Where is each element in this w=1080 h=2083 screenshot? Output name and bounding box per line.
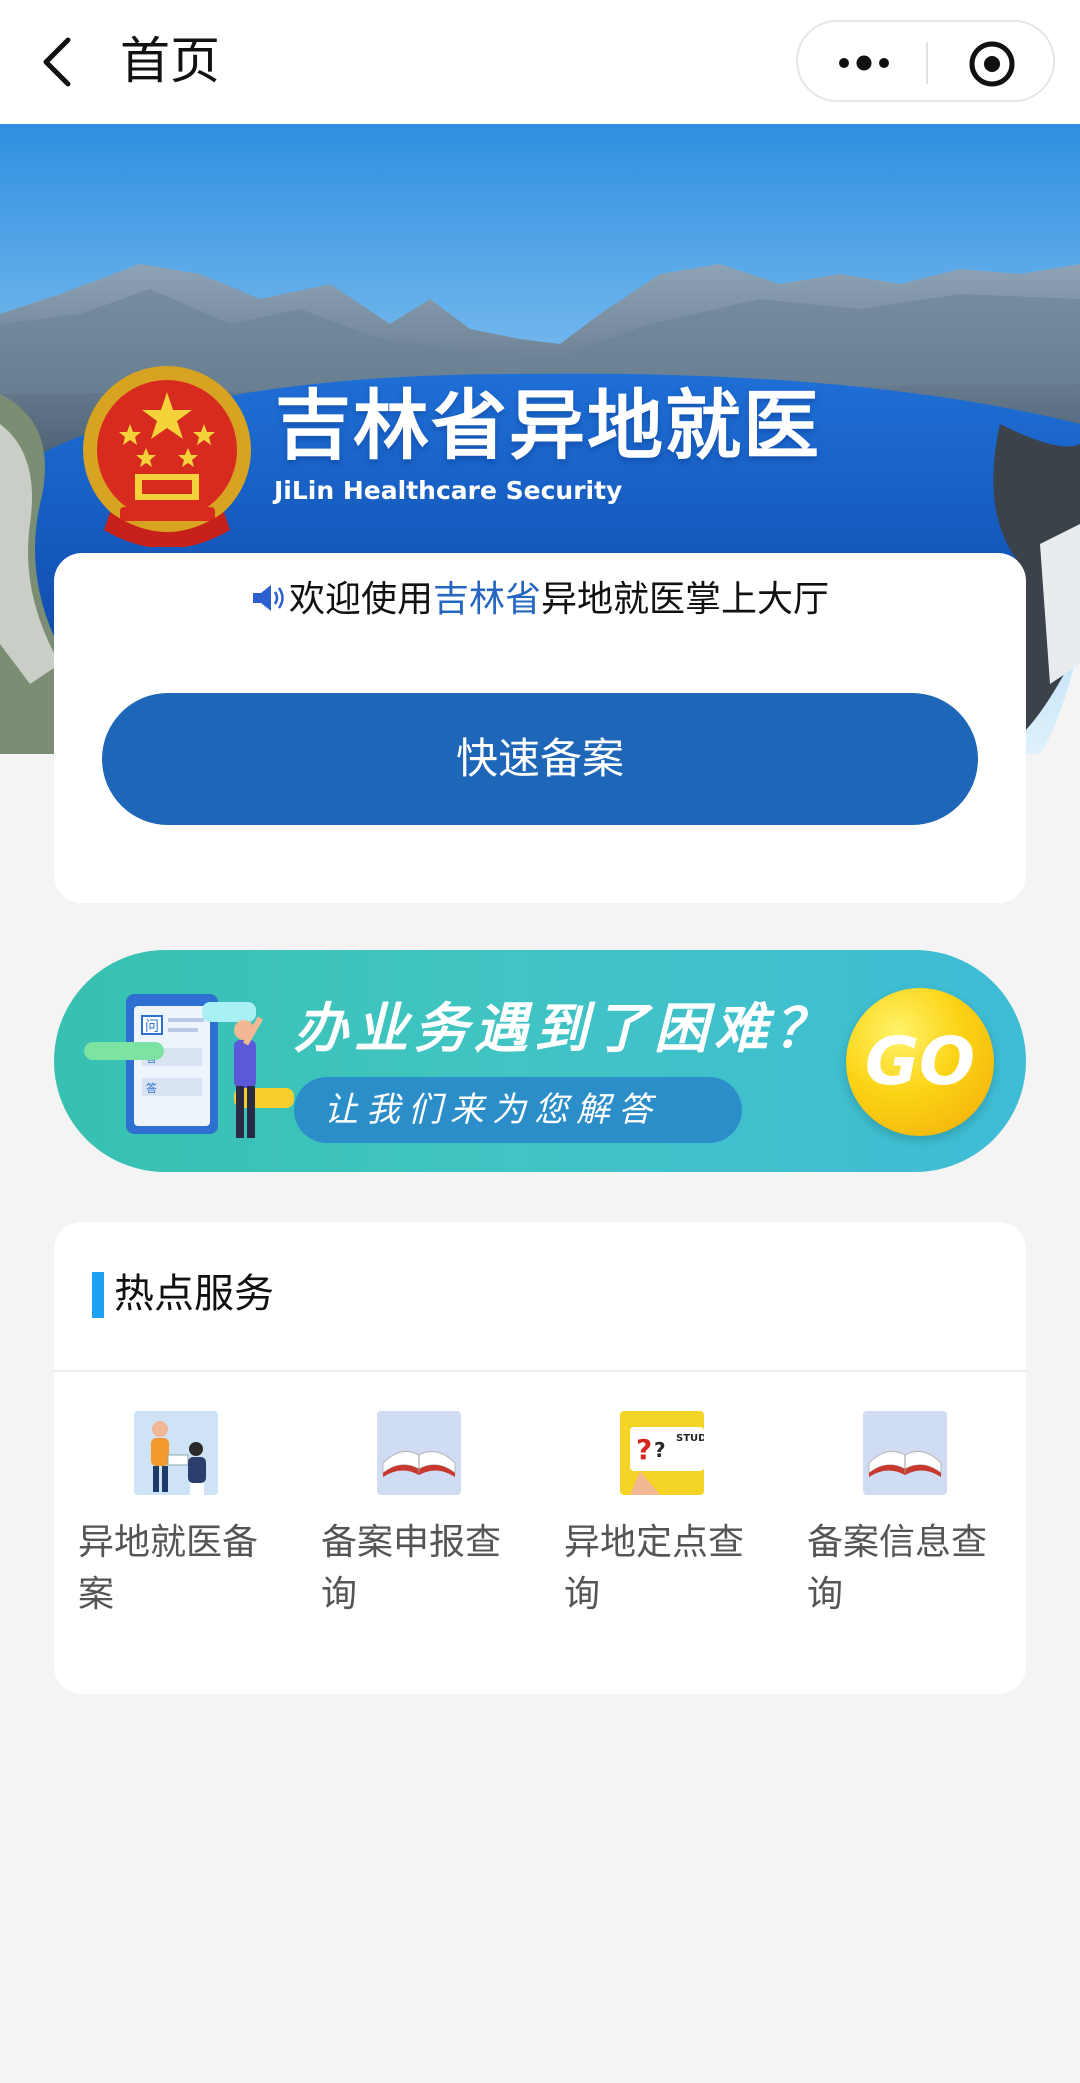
close-miniprogram-icon[interactable] — [968, 40, 1016, 88]
welcome-prefix: 欢迎使用 — [288, 579, 433, 620]
hot-services-card: 热点服务 异地就医备案 备案申报查询 ? ? STUD 异地定点查询 备案信息查… — [54, 1222, 1026, 1694]
help-banner-subtitle-pill: 让我们来为您解答 — [294, 1077, 742, 1143]
help-card-q-text: 问 — [145, 1019, 159, 1035]
help-support-banner[interactable]: 问 答 答 办业务遇到了困难？ 让我们来为您解答 GO — [54, 950, 1026, 1172]
service-item-filing-info-query[interactable]: 备案信息查询 — [783, 1407, 1026, 1667]
service-item-designated-point-query[interactable]: ? ? STUD ABO 异地定点查询 — [540, 1407, 783, 1667]
back-arrow-icon[interactable] — [38, 34, 78, 90]
service-item-remote-medical-filing[interactable]: 异地就医备案 — [54, 1407, 297, 1667]
service-item-filing-report-query[interactable]: 备案申报查询 — [297, 1407, 540, 1667]
question-card-text: STUD ABO — [676, 1433, 704, 1444]
miniprogram-capsule — [796, 20, 1055, 102]
banner-title: 吉林省异地就医 — [275, 381, 821, 470]
welcome-card: 欢迎使用吉林省异地就医掌上大厅 快速备案 — [54, 553, 1026, 903]
service-label: 备案信息查询 — [807, 1522, 988, 1615]
top-navigation-bar: 首页 — [0, 0, 1080, 124]
hot-services-header: 热点服务 — [54, 1222, 1026, 1372]
open-book-icon — [863, 1411, 947, 1495]
service-label: 异地定点查询 — [564, 1522, 745, 1615]
hot-services-title: 热点服务 — [114, 1271, 274, 1317]
go-button-label: GO — [864, 1023, 976, 1100]
help-banner-subtitle: 让我们来为您解答 — [324, 1090, 660, 1130]
svg-text:?: ? — [636, 1433, 652, 1466]
welcome-notice: 欢迎使用吉林省异地就医掌上大厅 — [54, 573, 1026, 627]
capsule-divider — [926, 42, 928, 84]
section-accent-bar — [92, 1272, 104, 1318]
national-emblem-icon — [80, 362, 255, 547]
help-card-a-text-2: 答 — [146, 1081, 157, 1095]
service-label: 备案申报查询 — [321, 1522, 502, 1615]
people-filing-icon — [134, 1411, 218, 1495]
help-banner-title: 办业务遇到了困难？ — [294, 997, 834, 1060]
go-button[interactable]: GO — [846, 988, 994, 1136]
welcome-province: 吉林省 — [432, 579, 541, 620]
page-title: 首页 — [120, 32, 220, 90]
question-card-icon: ? ? STUD ABO — [620, 1411, 734, 1495]
svg-text:?: ? — [654, 1438, 666, 1462]
more-options-icon[interactable] — [832, 44, 896, 82]
welcome-suffix: 异地就医掌上大厅 — [541, 579, 830, 620]
quick-filing-button[interactable]: 快速备案 — [102, 693, 978, 825]
open-book-icon — [377, 1411, 461, 1495]
helpdesk-illustration-icon: 问 答 答 — [84, 988, 294, 1148]
banner-subtitle: JiLin Healthcare Security — [274, 476, 623, 505]
service-label: 异地就医备案 — [78, 1522, 259, 1615]
speaker-icon — [251, 575, 287, 611]
